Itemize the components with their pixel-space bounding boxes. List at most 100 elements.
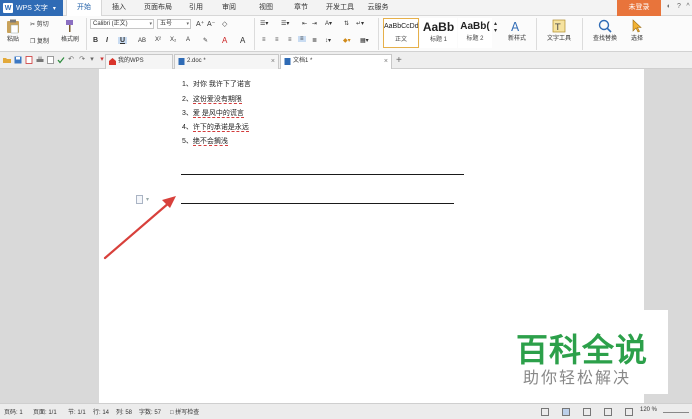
tab-2-doc[interactable]: 2.doc * × xyxy=(174,54,279,69)
justify-icon[interactable]: ≡ xyxy=(298,36,306,42)
wps-logo-icon: W xyxy=(3,3,13,13)
view-web-icon[interactable] xyxy=(604,408,612,416)
customize-quick-access-icon[interactable]: ▾ xyxy=(88,56,96,64)
status-word-count[interactable]: 字数: 57 xyxy=(139,407,161,416)
spell-check-toggle[interactable]: □ 拼写检查 xyxy=(170,407,199,416)
font-size-select[interactable]: 五号 ▾ xyxy=(157,19,191,29)
brush-icon xyxy=(66,20,73,32)
tab-label: 文档1 * xyxy=(293,58,313,64)
font-name-value: Calibri (正文) xyxy=(93,21,128,27)
spell-check-icon[interactable] xyxy=(57,56,65,64)
underline-icon[interactable]: U xyxy=(118,37,128,44)
export-pdf-icon[interactable] xyxy=(25,56,33,64)
view-outline-icon[interactable] xyxy=(583,408,591,416)
text-effect-icon[interactable]: A xyxy=(186,37,190,43)
style-normal[interactable]: AaBbCcDd 正文 xyxy=(383,18,419,48)
undo-icon[interactable]: ↶ xyxy=(67,56,75,64)
close-icon[interactable]: × xyxy=(271,55,275,68)
collapse-ribbon-icon[interactable]: ^ xyxy=(684,3,692,11)
bullet-list-icon[interactable]: ☰▾ xyxy=(260,20,268,27)
tab-page-layout[interactable]: 页面布局 xyxy=(138,0,178,16)
numbered-list-icon[interactable]: ☰▾ xyxy=(281,20,289,27)
cut-button[interactable]: ✂ 剪切 xyxy=(30,19,49,28)
tab-home[interactable]: 开始 xyxy=(66,0,102,16)
ribbon-divider xyxy=(86,18,87,50)
style-heading-2[interactable]: AaBb( 标题 2 xyxy=(458,18,492,48)
superscript-icon[interactable]: X² xyxy=(155,37,161,43)
text-tools-label: 文字工具 xyxy=(546,36,571,42)
cursor-icon xyxy=(632,19,642,33)
new-tab-icon[interactable]: + xyxy=(396,55,402,66)
new-style-button[interactable]: A 新样式 xyxy=(502,19,532,42)
increase-indent-icon[interactable]: ⇥ xyxy=(312,20,317,27)
sort-icon[interactable]: ⇅ xyxy=(344,20,349,27)
clear-format-icon[interactable]: ◇ xyxy=(222,20,227,28)
show-marks-icon[interactable]: ↵▾ xyxy=(356,20,364,27)
tab-view[interactable]: 视图 xyxy=(252,0,280,16)
open-folder-icon[interactable] xyxy=(3,56,11,64)
line-spacing-icon[interactable]: ↕▾ xyxy=(325,37,331,44)
italic-icon[interactable]: I xyxy=(106,37,108,44)
skin-icon[interactable]: ◐ xyxy=(665,3,673,11)
style-label: 标题 2 xyxy=(466,36,484,42)
format-painter-button[interactable]: 格式刷 xyxy=(58,19,82,43)
app-menu-button[interactable]: W WPS 文字 ▾ xyxy=(0,0,63,16)
redo-icon[interactable]: ↷ xyxy=(78,56,86,64)
subscript-icon[interactable]: X₂ xyxy=(170,37,176,43)
char-shading-icon[interactable]: A xyxy=(240,36,245,45)
bold-icon[interactable]: B xyxy=(93,37,98,44)
tab-my-wps[interactable]: 我的WPS xyxy=(105,54,173,69)
style-heading-1[interactable]: AaBb 标题 1 xyxy=(420,18,457,48)
status-section: 节: 1/1 xyxy=(68,410,86,416)
zoom-level[interactable]: 120 % xyxy=(640,407,657,413)
style-label: 正文 xyxy=(394,37,407,43)
font-color-icon[interactable]: A xyxy=(222,36,227,45)
select-button[interactable]: 选择 xyxy=(626,19,648,42)
new-style-icon: A xyxy=(511,20,520,33)
distribute-icon[interactable]: ≣ xyxy=(312,37,317,44)
font-name-select[interactable]: Calibri (正文) ▾ xyxy=(90,19,154,29)
tab-references[interactable]: 引用 xyxy=(182,0,210,16)
wps-home-icon xyxy=(109,58,116,65)
copy-label: 复制 xyxy=(37,39,50,45)
ribbon-divider xyxy=(536,18,537,50)
view-fullscreen-icon[interactable] xyxy=(541,408,549,416)
decrease-indent-icon[interactable]: ⇤ xyxy=(302,20,307,27)
scissors-icon: ✂ xyxy=(30,22,37,28)
tab-insert[interactable]: 插入 xyxy=(104,0,134,16)
gallery-more-icon[interactable]: ▴ ▾ xyxy=(494,20,497,34)
align-right-icon[interactable]: ≡ xyxy=(288,37,292,43)
tab-developer[interactable]: 开发工具 xyxy=(322,0,358,16)
shrink-font-icon[interactable]: A⁻ xyxy=(207,20,215,28)
border-icon[interactable]: ▦▾ xyxy=(360,37,369,44)
view-reading-icon[interactable] xyxy=(625,408,633,416)
save-icon[interactable] xyxy=(14,56,22,64)
login-button[interactable]: 未登录 xyxy=(617,0,661,16)
tab-document-1[interactable]: 文档1 * × xyxy=(280,54,392,69)
text-tools-button[interactable]: T 文字工具 xyxy=(540,19,578,42)
help-icon[interactable]: ? xyxy=(675,3,683,11)
copy-icon: ❐ xyxy=(30,39,38,45)
search-icon xyxy=(598,19,612,33)
tab-cloud[interactable]: 云服务 xyxy=(363,0,393,16)
paste-button[interactable]: 粘贴 xyxy=(3,19,23,43)
tab-chapter[interactable]: 章节 xyxy=(287,0,315,16)
style-preview: AaBb xyxy=(422,20,455,34)
grow-font-icon[interactable]: A⁺ xyxy=(196,20,204,28)
tab-review[interactable]: 审阅 xyxy=(215,0,243,16)
spell-check-label: 拼写检查 xyxy=(175,410,200,416)
chinese-layout-icon[interactable]: A▾ xyxy=(325,20,332,27)
close-icon[interactable]: × xyxy=(384,55,388,68)
view-page-icon[interactable] xyxy=(562,408,570,416)
zoom-slider[interactable] xyxy=(663,412,689,413)
find-replace-button[interactable]: 查找替换 xyxy=(586,19,624,42)
print-icon[interactable] xyxy=(36,56,44,64)
print-preview-icon[interactable] xyxy=(47,56,55,64)
align-left-icon[interactable]: ≡ xyxy=(262,37,266,43)
align-center-icon[interactable]: ≡ xyxy=(275,37,279,43)
paste-icon xyxy=(7,19,19,34)
shading-icon[interactable]: ◆▾ xyxy=(343,37,351,44)
copy-button[interactable]: ❐ 复制 xyxy=(30,36,49,45)
strikethrough-icon[interactable]: AB xyxy=(138,38,146,44)
highlight-icon[interactable]: ✎ xyxy=(203,37,208,44)
